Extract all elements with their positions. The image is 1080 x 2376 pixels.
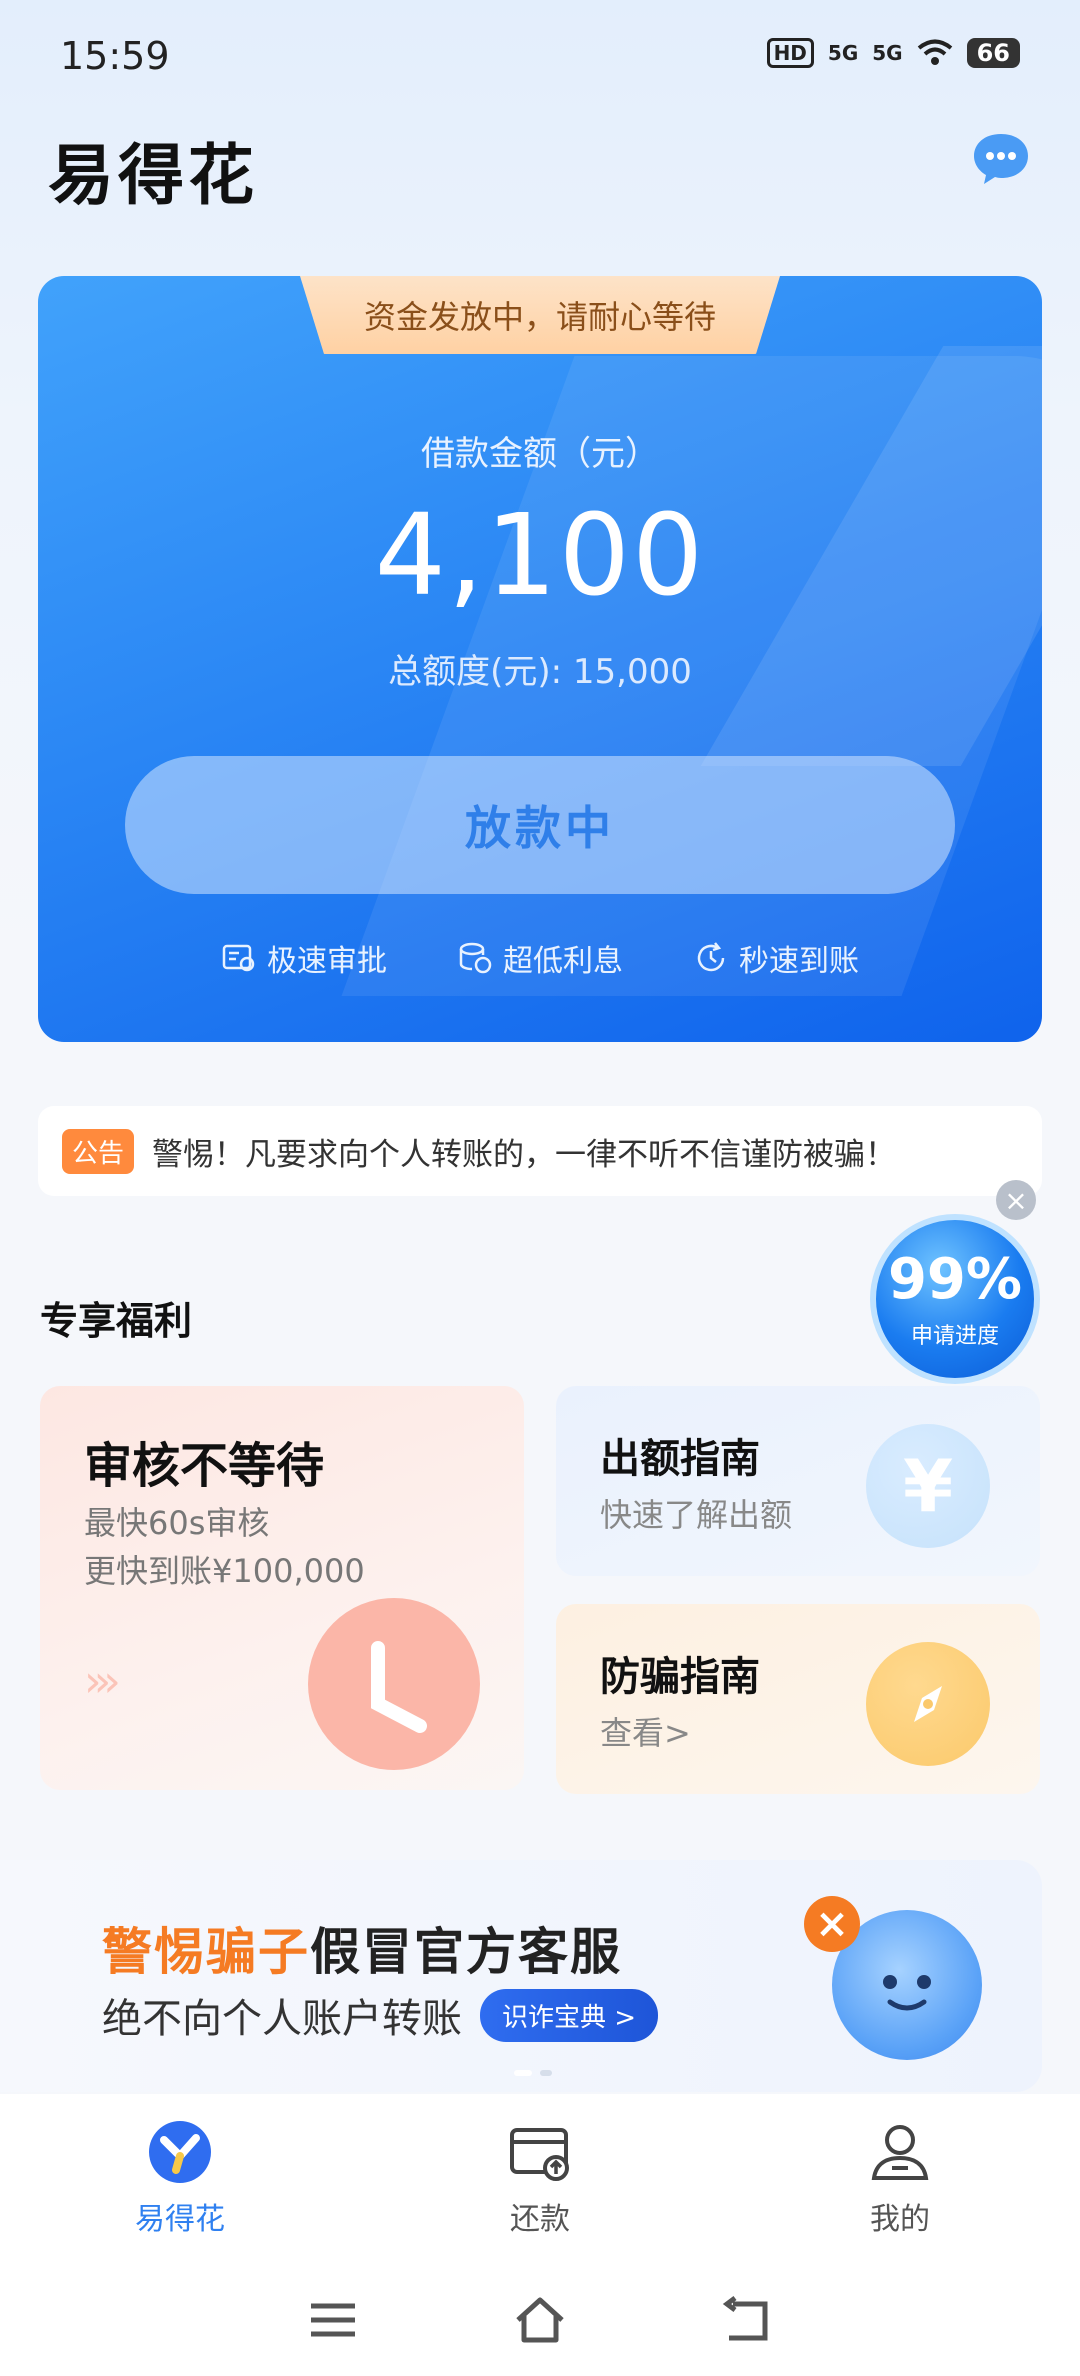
benefit-card-fraud-guide[interactable]: 防骗指南 查看> — [556, 1604, 1040, 1794]
nav-repay[interactable]: 还款 — [440, 2120, 640, 2238]
announcement-tag: 公告 — [62, 1128, 135, 1174]
chat-bubble-icon[interactable] — [970, 130, 1032, 186]
benefit-card-fast-review[interactable]: 审核不等待 最快60s审核 更快到账¥100,000 ››› — [40, 1386, 524, 1790]
signal-5g-icon: 5G — [827, 41, 859, 65]
user-icon — [868, 2120, 932, 2184]
nav-mine[interactable]: 我的 — [800, 2120, 1000, 2238]
warning-x-icon: × — [804, 1896, 860, 1952]
announcement-bar[interactable]: 公告 警惕！凡要求向个人转账的，一律不听不信谨防被骗！ — [38, 1106, 1042, 1196]
application-progress-badge[interactable]: 99% 申请进度 — [870, 1214, 1040, 1384]
feature-label: 超低利息 — [503, 944, 623, 979]
repay-card-icon — [508, 2120, 572, 2184]
promo-subline-text: 绝不向个人账户转账 — [102, 1996, 462, 2042]
chevrons-icon: ››› — [84, 1656, 121, 1707]
loan-amount-label: 借款金额（元） — [421, 434, 659, 474]
benefit-title: 审核不等待 — [84, 1438, 325, 1494]
promo-headline-rest: 假冒官方客服 — [310, 1923, 622, 1981]
loan-status-card: 资金发放中，请耐心等待 借款金额（元） 4,100 总额度(元): 15,000… — [38, 276, 1042, 1042]
benefit-title: 防骗指南 — [600, 1654, 760, 1700]
benefit-title: 出额指南 — [600, 1436, 760, 1482]
total-limit: 总额度(元): 15,000 — [388, 652, 692, 692]
app-logo-icon — [148, 2120, 212, 2184]
benefit-subtitle: 查看> — [600, 1714, 691, 1752]
benefit-card-quota-guide[interactable]: 出额指南 快速了解出额 ¥ — [556, 1386, 1040, 1576]
feature-instant-arrival: 秒速到账 — [693, 936, 859, 980]
benefit-subtitle: 快速了解出额 — [600, 1496, 793, 1534]
home-icon[interactable] — [512, 2292, 568, 2348]
close-icon[interactable]: × — [996, 1180, 1036, 1220]
nav-label: 我的 — [870, 2202, 930, 2237]
nav-label: 还款 — [510, 2202, 570, 2237]
promo-headline: 警惕骗子假冒官方客服 — [102, 1912, 622, 1984]
clock-icon — [308, 1598, 480, 1770]
wifi-icon — [917, 39, 952, 65]
carousel-dots — [514, 2070, 552, 2076]
loan-amount-value: 4,100 — [374, 491, 706, 621]
feature-label: 秒速到账 — [739, 944, 859, 979]
back-icon[interactable] — [719, 2292, 775, 2348]
anti-fraud-banner[interactable]: 警惕骗子假冒官方客服 绝不向个人账户转账 识诈宝典 > × — [0, 1860, 1042, 2092]
compass-icon — [866, 1642, 990, 1766]
announcement-text: 警惕！凡要求向个人转账的，一律不听不信谨防被骗！ — [152, 1136, 897, 1173]
battery-icon: 66 — [966, 38, 1020, 68]
promo-subline: 绝不向个人账户转账 识诈宝典 > — [102, 1986, 659, 2044]
system-navigation — [0, 2292, 1080, 2348]
feature-label: 极速审批 — [267, 944, 387, 979]
yuan-icon: ¥ — [866, 1424, 990, 1548]
approval-icon — [222, 944, 255, 972]
benefits-section-title: 专享福利 — [40, 1299, 193, 1343]
disbursing-banner: 资金发放中，请耐心等待 — [300, 276, 780, 354]
fraud-guide-button[interactable]: 识诈宝典 > — [480, 1988, 659, 2042]
benefit-line: 最快60s审核 — [84, 1504, 270, 1542]
app-title: 易得花 — [48, 137, 258, 214]
clock-arrow-icon — [697, 942, 725, 972]
feature-low-interest: 超低利息 — [457, 936, 623, 980]
menu-icon[interactable] — [305, 2292, 361, 2348]
status-time: 15:59 — [60, 34, 170, 78]
hd-icon: HD — [766, 38, 814, 68]
signal-5g-icon-2: 5G — [872, 41, 903, 65]
bottom-nav: 易得花 还款 我的 — [0, 2094, 1080, 2376]
progress-percent: 99% — [887, 1247, 1023, 1312]
feature-fast-approval: 极速审批 — [221, 936, 387, 980]
disbursing-status-button[interactable]: 放款中 — [125, 756, 955, 894]
nav-home[interactable]: 易得花 — [80, 2120, 280, 2238]
feature-list: 极速审批 超低利息 秒速到账 — [38, 936, 1042, 980]
coins-icon — [459, 942, 492, 974]
benefit-line: 更快到账¥100,000 — [84, 1552, 365, 1590]
promo-highlight: 警惕骗子 — [102, 1923, 310, 1981]
status-icons: HD 5G 5G 66 — [766, 38, 1020, 68]
progress-label: 申请进度 — [910, 1324, 999, 1349]
nav-label: 易得花 — [135, 2202, 225, 2237]
